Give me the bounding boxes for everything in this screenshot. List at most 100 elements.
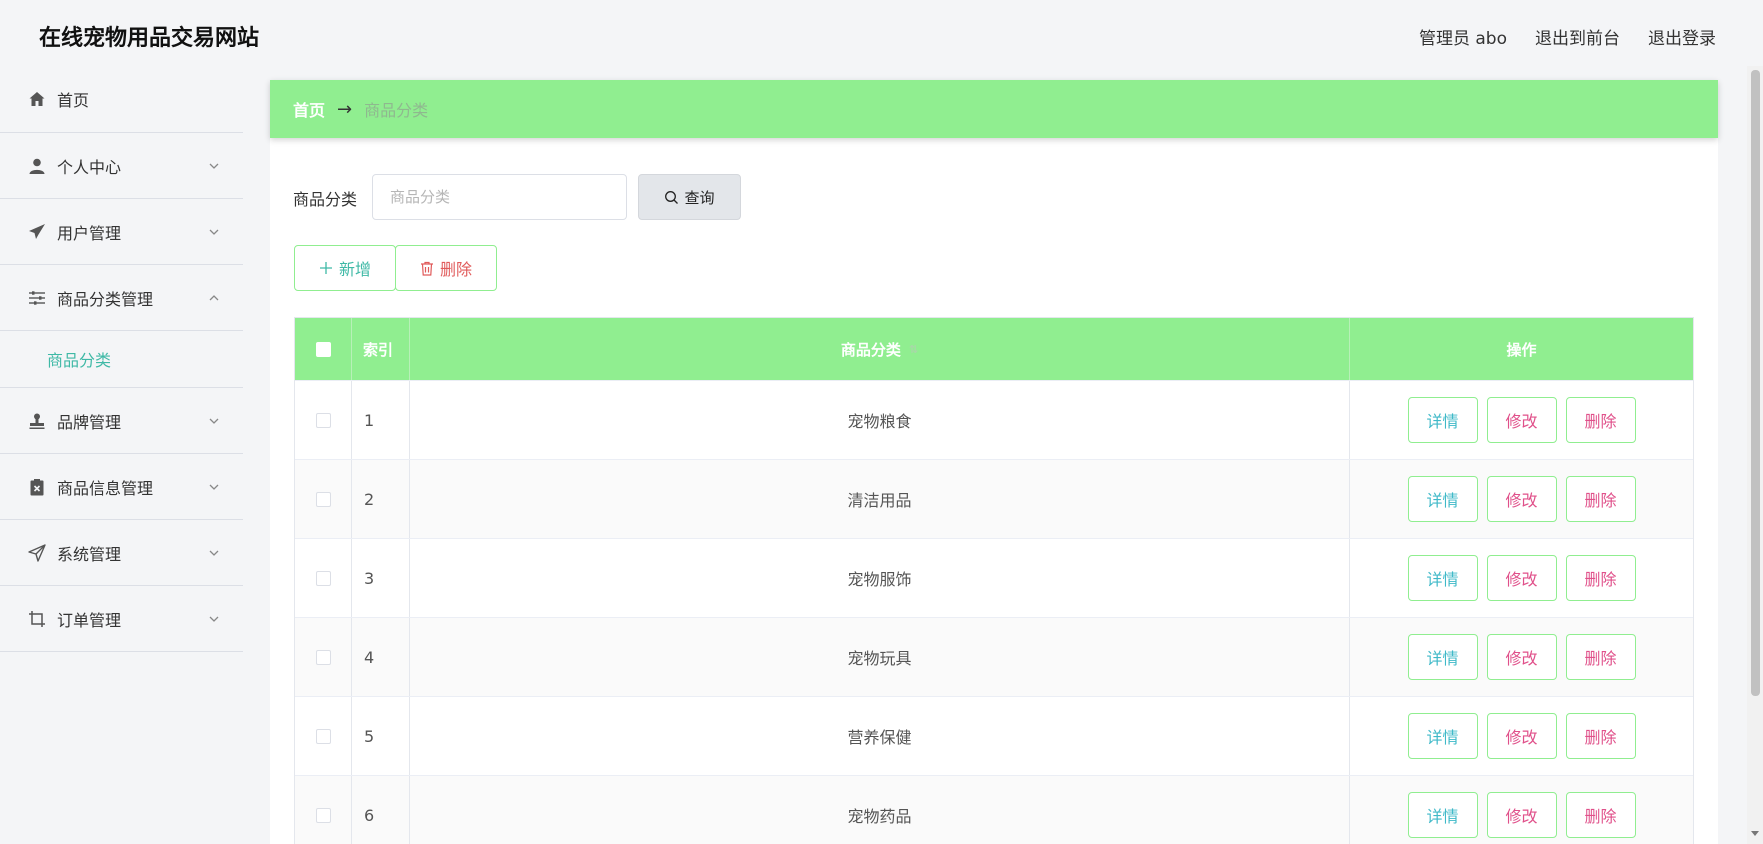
exit-to-front-link[interactable]: 退出到前台 (1535, 24, 1620, 49)
trash-icon (420, 261, 433, 276)
delete-button[interactable]: 删除 (1565, 397, 1636, 443)
search-input[interactable] (372, 174, 627, 220)
row-category-name: 宠物药品 (410, 776, 1350, 844)
edit-button[interactable]: 修改 (1486, 397, 1557, 443)
paper-plane-icon (28, 223, 46, 241)
detail-button[interactable]: 详情 (1407, 792, 1478, 838)
sidebar-item-label: 个人中心 (57, 157, 122, 177)
row-category-name: 营养保健 (410, 697, 1350, 775)
crop-icon (28, 610, 46, 628)
sidebar-item-label: 系统管理 (57, 544, 122, 564)
sidebar-item-label: 订单管理 (57, 610, 122, 630)
table-row: 6 宠物药品 详情 修改 删除 (295, 776, 1693, 844)
row-category-name: 宠物玩具 (410, 618, 1350, 696)
sidebar-item-label: 商品信息管理 (57, 478, 154, 498)
delete-button[interactable]: 删除 (1565, 555, 1636, 601)
plus-icon (319, 262, 332, 274)
search-icon (665, 190, 679, 204)
detail-button[interactable]: 详情 (1407, 397, 1478, 443)
add-button-label: 新增 (338, 260, 371, 279)
clipboard-x-icon (28, 478, 46, 496)
breadcrumb: 首页 → 商品分类 (270, 80, 1718, 138)
row-checkbox[interactable] (315, 728, 331, 744)
row-actions: 详情 修改 删除 (1350, 697, 1693, 775)
table-row: 2 清洁用品 详情 修改 删除 (295, 460, 1693, 539)
chevron-up-icon (209, 294, 219, 300)
column-header-category-label: 商品分类 (840, 340, 901, 359)
table-row: 1 宠物粮食 详情 修改 删除 (295, 381, 1693, 460)
row-checkbox[interactable] (315, 570, 331, 586)
table-row: 3 宠物服饰 详情 修改 删除 (295, 539, 1693, 618)
send-icon (28, 543, 46, 562)
detail-button[interactable]: 详情 (1407, 634, 1478, 680)
row-checkbox[interactable] (315, 412, 331, 428)
chevron-down-icon (209, 163, 219, 169)
sidebar-item-label: 商品分类管理 (57, 289, 154, 309)
sort-icon[interactable]: ⇅ (909, 343, 918, 356)
search-button[interactable]: 查询 (638, 174, 741, 220)
row-checkbox[interactable] (315, 807, 331, 823)
row-checkbox-cell (295, 539, 352, 617)
sidebar-item-user-management[interactable]: 用户管理 (0, 199, 243, 265)
sidebar-item-system-management[interactable]: 系统管理 (0, 520, 243, 586)
row-checkbox-cell (295, 381, 352, 459)
row-index: 6 (352, 776, 410, 844)
row-checkbox-cell (295, 697, 352, 775)
logout-link[interactable]: 退出登录 (1648, 24, 1716, 49)
chevron-down-icon (209, 484, 219, 490)
sidebar-item-personal-center[interactable]: 个人中心 (0, 133, 243, 199)
sidebar-item-label: 用户管理 (57, 223, 122, 243)
user-icon (28, 157, 46, 175)
edit-button[interactable]: 修改 (1486, 555, 1557, 601)
batch-delete-label: 删除 (439, 260, 472, 279)
chevron-down-icon (209, 229, 219, 235)
search-label: 商品分类 (293, 190, 358, 209)
table-row: 5 营养保健 详情 修改 删除 (295, 697, 1693, 776)
arrow-right-icon: → (337, 98, 353, 120)
row-checkbox[interactable] (315, 491, 331, 507)
scrollbar-thumb[interactable] (1751, 70, 1760, 696)
column-header-actions: 操作 (1506, 340, 1537, 359)
sidebar-subitem-product-category[interactable]: 商品分类 (0, 331, 243, 388)
delete-button[interactable]: 删除 (1565, 634, 1636, 680)
detail-button[interactable]: 详情 (1407, 713, 1478, 759)
row-checkbox-cell (295, 618, 352, 696)
row-index: 2 (352, 460, 410, 538)
edit-button[interactable]: 修改 (1486, 792, 1557, 838)
sidebar-item-label: 品牌管理 (57, 412, 122, 432)
chevron-down-icon (209, 418, 219, 424)
header-checkbox-cell (295, 318, 352, 380)
edit-button[interactable]: 修改 (1486, 634, 1557, 680)
row-index: 3 (352, 539, 410, 617)
column-header-category[interactable]: 商品分类 ⇅ (410, 318, 1350, 380)
row-checkbox-cell (295, 460, 352, 538)
edit-button[interactable]: 修改 (1486, 476, 1557, 522)
delete-button[interactable]: 删除 (1565, 792, 1636, 838)
row-checkbox[interactable] (315, 649, 331, 665)
sidebar-item-brand-management[interactable]: 品牌管理 (0, 388, 243, 454)
category-table: 索引 商品分类 ⇅ 操作 1 宠物粮食 详情 修改 删除 2 清洁用品 详情 修… (294, 317, 1694, 844)
row-category-name: 宠物粮食 (410, 381, 1350, 459)
column-header-index: 索引 (352, 318, 410, 380)
sidebar-item-product-info-management[interactable]: 商品信息管理 (0, 454, 243, 520)
edit-button[interactable]: 修改 (1486, 713, 1557, 759)
row-category-name: 清洁用品 (410, 460, 1350, 538)
delete-button[interactable]: 删除 (1565, 476, 1636, 522)
detail-button[interactable]: 详情 (1407, 555, 1478, 601)
row-actions: 详情 修改 删除 (1350, 381, 1693, 459)
sidebar-item-order-management[interactable]: 订单管理 (0, 586, 243, 652)
row-index: 1 (352, 381, 410, 459)
scroll-down-arrow-icon[interactable] (1750, 828, 1760, 838)
detail-button[interactable]: 详情 (1407, 476, 1478, 522)
delete-button[interactable]: 删除 (1565, 713, 1636, 759)
home-icon (28, 90, 46, 108)
select-all-checkbox[interactable] (315, 341, 331, 357)
breadcrumb-home[interactable]: 首页 (293, 97, 325, 121)
row-checkbox-cell (295, 776, 352, 844)
sidebar-item-home[interactable]: 首页 (0, 66, 243, 133)
batch-delete-button[interactable]: 删除 (395, 245, 497, 291)
chevron-down-icon (209, 616, 219, 622)
sidebar-item-category-management[interactable]: 商品分类管理 (0, 265, 243, 331)
site-title: 在线宠物用品交易网站 (39, 26, 260, 51)
add-button[interactable]: 新增 (294, 245, 396, 291)
